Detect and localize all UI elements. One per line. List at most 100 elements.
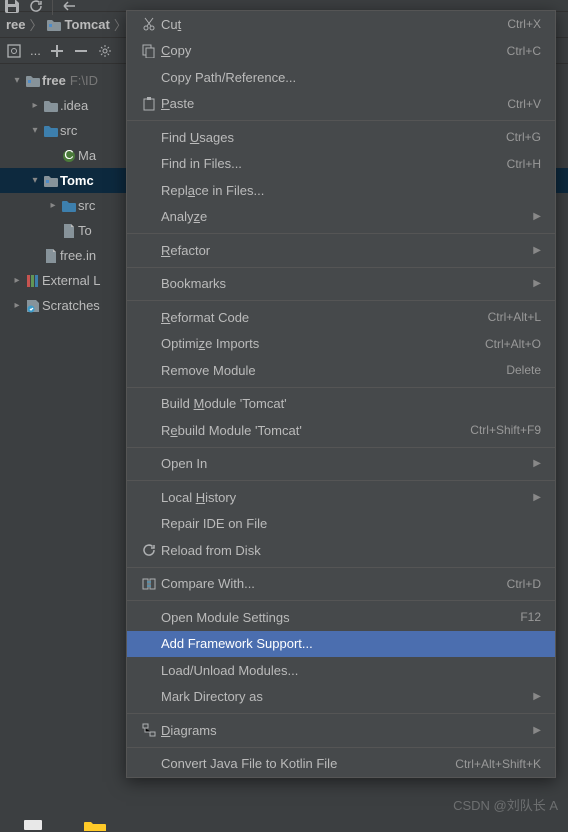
- tree-label: .idea: [60, 98, 88, 113]
- menu-load-unload[interactable]: Load/Unload Modules...: [127, 657, 555, 684]
- shortcut: Ctrl+V: [507, 97, 541, 111]
- watermark: CSDN @刘队长 A: [453, 795, 558, 814]
- menu-rebuild-module[interactable]: Rebuild Module 'Tomcat'Ctrl+Shift+F9: [127, 417, 555, 444]
- tree-label: External L: [42, 273, 101, 288]
- svg-text:C: C: [64, 149, 73, 162]
- shortcut: F12: [520, 610, 541, 624]
- tree-label: Ma: [78, 148, 96, 163]
- taskbar-explorer-icon[interactable]: [82, 820, 108, 832]
- menu-open-module-settings[interactable]: Open Module SettingsF12: [127, 604, 555, 631]
- menu-replace[interactable]: Replace in Files...: [127, 177, 555, 204]
- tree-label: Tomc: [60, 173, 94, 188]
- chevron-right-icon: ▶: [533, 725, 541, 736]
- scratch-icon: [24, 299, 42, 313]
- menu-find-in-files[interactable]: Find in Files...Ctrl+H: [127, 151, 555, 178]
- shortcut: Ctrl+X: [507, 17, 541, 31]
- tree-label: To: [78, 223, 92, 238]
- paste-icon: [137, 97, 161, 111]
- menu-repair-ide[interactable]: Repair IDE on File: [127, 511, 555, 538]
- shortcut: Ctrl+Shift+F9: [470, 423, 541, 437]
- folder-icon: [42, 100, 60, 112]
- chevron-right-icon: ▸: [10, 275, 24, 286]
- shortcut: Ctrl+Alt+O: [485, 337, 541, 351]
- menu-separator: [127, 747, 555, 748]
- breadcrumb-folder[interactable]: Tomcat: [65, 17, 110, 32]
- menu-separator: [127, 267, 555, 268]
- tree-label: src: [78, 198, 95, 213]
- menu-analyze[interactable]: Analyze▶: [127, 204, 555, 231]
- menu-find-usages[interactable]: Find UsagesCtrl+G: [127, 124, 555, 151]
- cut-icon: [137, 17, 161, 31]
- menu-optimize-imports[interactable]: Optimize ImportsCtrl+Alt+O: [127, 331, 555, 358]
- chevron-right-icon: ▶: [533, 278, 541, 289]
- menu-refactor[interactable]: Refactor▶: [127, 237, 555, 264]
- chevron-right-icon: ▸: [46, 200, 60, 211]
- shortcut: Delete: [506, 363, 541, 377]
- breadcrumb-sep: 〉: [30, 15, 43, 34]
- tree-path: F:\ID: [70, 73, 98, 88]
- taskbar-app-icon[interactable]: [20, 820, 46, 832]
- shortcut: Ctrl+D: [507, 577, 541, 591]
- menu-separator: [127, 567, 555, 568]
- shortcut: Ctrl+C: [507, 44, 541, 58]
- menu-separator: [127, 447, 555, 448]
- settings-icon[interactable]: [97, 43, 113, 59]
- file-icon: [60, 224, 78, 238]
- toolbar-divider: [52, 0, 53, 15]
- save-icon[interactable]: [4, 0, 20, 14]
- chevron-right-icon: ▸: [28, 100, 42, 111]
- menu-copy[interactable]: CopyCtrl+C: [127, 38, 555, 65]
- menu-copy-path[interactable]: Copy Path/Reference...: [127, 64, 555, 91]
- menu-separator: [127, 120, 555, 121]
- context-menu: CutCtrl+X CopyCtrl+C Copy Path/Reference…: [126, 10, 556, 778]
- menu-compare[interactable]: Compare With...Ctrl+D: [127, 571, 555, 598]
- chevron-right-icon: ▶: [533, 211, 541, 222]
- folder-icon: [42, 125, 60, 137]
- menu-build-module[interactable]: Build Module 'Tomcat': [127, 391, 555, 418]
- chevron-right-icon: ▸: [10, 300, 24, 311]
- chevron-right-icon: ▶: [533, 492, 541, 503]
- file-icon: [42, 249, 60, 263]
- menu-open-in[interactable]: Open In▶: [127, 451, 555, 478]
- library-icon: [24, 274, 42, 288]
- tree-label: src: [60, 123, 77, 138]
- menu-mark-directory[interactable]: Mark Directory as▶: [127, 684, 555, 711]
- chevron-right-icon: ▶: [533, 691, 541, 702]
- back-icon[interactable]: [61, 0, 77, 14]
- shortcut: Ctrl+H: [507, 157, 541, 171]
- menu-bookmarks[interactable]: Bookmarks▶: [127, 271, 555, 298]
- expand-all-icon[interactable]: [49, 43, 65, 59]
- folder-icon: [60, 200, 78, 212]
- tree-label: Scratches: [42, 298, 100, 313]
- folder-icon: [47, 19, 61, 31]
- class-icon: C: [60, 149, 78, 163]
- chevron-right-icon: ▶: [533, 458, 541, 469]
- taskbar: [0, 818, 568, 832]
- refresh-icon[interactable]: [28, 0, 44, 14]
- chevron-down-icon: ▾: [28, 175, 42, 186]
- menu-separator: [127, 480, 555, 481]
- menu-separator: [127, 387, 555, 388]
- tree-label: free.in: [60, 248, 96, 263]
- menu-paste[interactable]: PasteCtrl+V: [127, 91, 555, 118]
- project-toolbar-label: ...: [30, 43, 41, 58]
- menu-remove-module[interactable]: Remove ModuleDelete: [127, 357, 555, 384]
- menu-convert-kotlin[interactable]: Convert Java File to Kotlin FileCtrl+Alt…: [127, 751, 555, 778]
- menu-reformat[interactable]: Reformat CodeCtrl+Alt+L: [127, 304, 555, 331]
- collapse-all-icon[interactable]: [73, 43, 89, 59]
- folder-icon: [24, 75, 42, 87]
- menu-local-history[interactable]: Local History▶: [127, 484, 555, 511]
- menu-cut[interactable]: CutCtrl+X: [127, 11, 555, 38]
- breadcrumb-project[interactable]: ree: [6, 17, 26, 32]
- menu-separator: [127, 600, 555, 601]
- menu-reload-disk[interactable]: Reload from Disk: [127, 537, 555, 564]
- menu-separator: [127, 233, 555, 234]
- folder-icon: [42, 175, 60, 187]
- copy-icon: [137, 44, 161, 58]
- menu-diagrams[interactable]: Diagrams▶: [127, 717, 555, 744]
- tree-label: free: [42, 73, 66, 88]
- menu-add-framework[interactable]: Add Framework Support...: [127, 631, 555, 658]
- select-opened-icon[interactable]: [6, 43, 22, 59]
- compare-icon: [137, 577, 161, 591]
- shortcut: Ctrl+Alt+Shift+K: [455, 757, 541, 771]
